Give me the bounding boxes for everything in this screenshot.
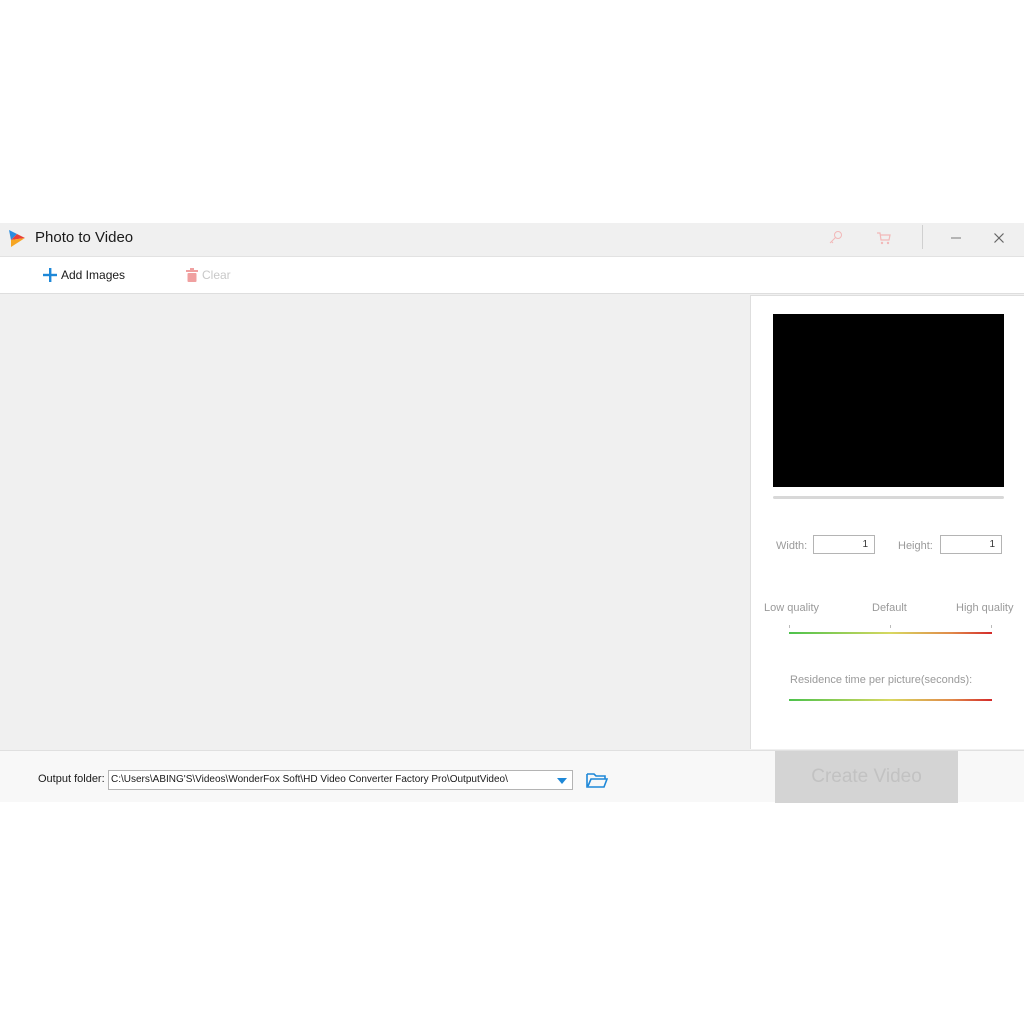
low-quality-label: Low quality xyxy=(764,602,820,614)
add-images-label: Add Images xyxy=(61,268,126,282)
photo-to-video-window: Photo to Video Add Images Clear Width: 1… xyxy=(0,223,1024,803)
clear-button[interactable]: Clear xyxy=(186,266,231,284)
titlebar-separator xyxy=(922,225,923,249)
residence-time-slider[interactable] xyxy=(789,699,992,701)
width-input[interactable] xyxy=(813,535,875,554)
add-images-button[interactable]: Add Images xyxy=(43,266,125,284)
image-list-area[interactable] xyxy=(0,295,749,750)
window-title: Photo to Video xyxy=(35,229,134,246)
quality-tick-high xyxy=(991,625,992,628)
quality-slider[interactable] xyxy=(789,632,992,634)
residence-time-label: Residence time per picture(seconds): xyxy=(790,674,973,686)
close-icon[interactable] xyxy=(988,227,1010,249)
bottom-bar: Output folder: C:\Users\ABING'S\Videos\W… xyxy=(0,750,1024,803)
height-input[interactable] xyxy=(940,535,1002,554)
title-bar: Photo to Video xyxy=(0,223,1024,257)
default-quality-label: Default xyxy=(872,602,907,614)
minimize-icon[interactable] xyxy=(945,227,967,249)
output-folder-combobox[interactable]: C:\Users\ABING'S\Videos\WonderFox Soft\H… xyxy=(108,770,573,790)
quality-tick-default xyxy=(890,625,891,628)
width-label: Width: xyxy=(776,540,808,552)
chevron-down-icon[interactable] xyxy=(557,778,567,784)
toolbar: Add Images Clear xyxy=(0,257,1024,294)
cart-icon[interactable] xyxy=(873,227,895,249)
settings-panel: Width: Height: Low quality Default High … xyxy=(750,295,1024,749)
app-logo-icon xyxy=(9,230,25,247)
preview-progress-bar[interactable] xyxy=(773,496,1004,499)
output-folder-value: C:\Users\ABING'S\Videos\WonderFox Soft\H… xyxy=(111,774,508,785)
key-icon[interactable] xyxy=(825,227,847,249)
plus-icon xyxy=(43,268,57,282)
height-label: Height: xyxy=(898,540,933,552)
clear-label: Clear xyxy=(202,268,231,282)
output-folder-label: Output folder: xyxy=(38,773,105,785)
quality-tick-low xyxy=(789,625,790,628)
create-video-button[interactable]: Create Video xyxy=(775,751,958,803)
open-folder-icon[interactable] xyxy=(586,771,608,789)
high-quality-label: High quality xyxy=(956,602,1014,614)
video-preview xyxy=(773,314,1004,487)
trash-icon xyxy=(186,268,198,282)
